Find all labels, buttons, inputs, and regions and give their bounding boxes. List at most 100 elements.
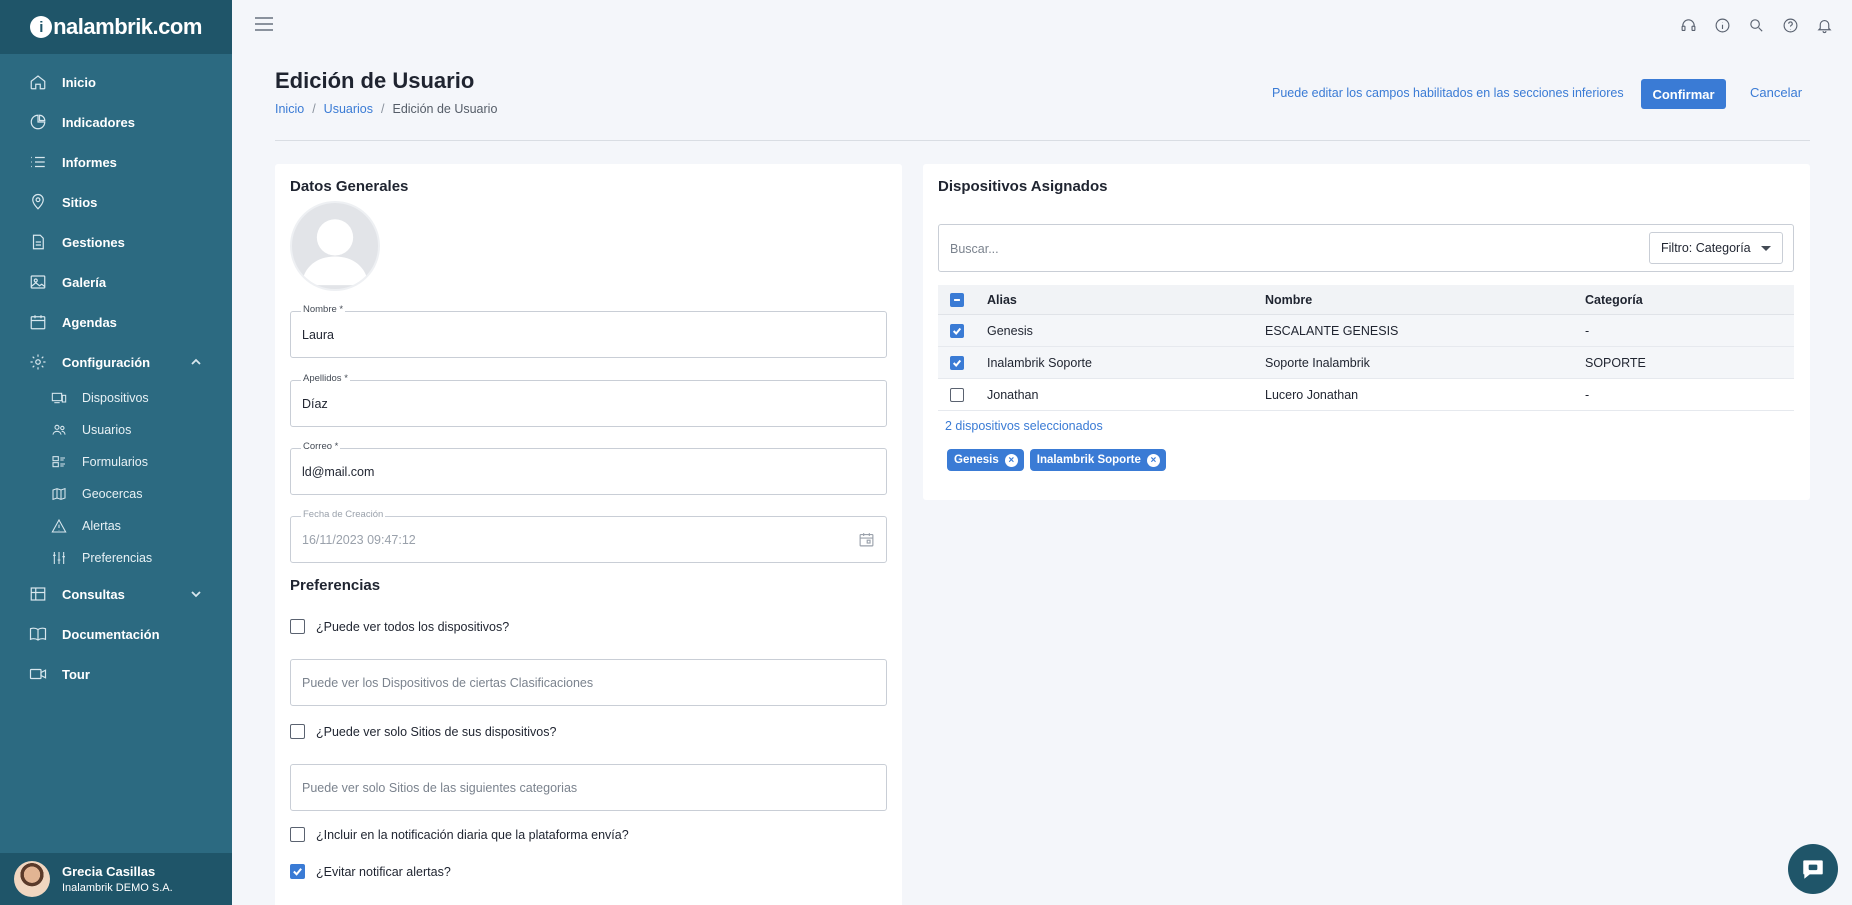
remove-chip-icon[interactable]: × (1146, 453, 1160, 467)
evitar-alertas-row[interactable]: ¿Evitar notificar alertas? (290, 864, 451, 879)
page-title: Edición de Usuario (275, 68, 475, 93)
clasificaciones-field[interactable] (290, 659, 887, 706)
caret-down-icon (1761, 246, 1771, 251)
row-checkbox[interactable] (950, 323, 964, 338)
evitar-alertas-label: ¿Evitar notificar alertas? (316, 864, 451, 879)
document-icon (28, 232, 48, 252)
map-pin-icon (28, 192, 48, 212)
warning-icon (50, 517, 68, 535)
sidebar-item-usuarios[interactable]: Usuarios (50, 414, 232, 446)
apellidos-field[interactable]: Apellidos * (290, 373, 887, 427)
info-icon[interactable] (1712, 15, 1732, 35)
sidebar-item-indicadores[interactable]: Indicadores (0, 102, 232, 142)
sidebar-item-label: Tour (62, 666, 90, 682)
menu-icon[interactable] (255, 17, 273, 31)
devices-search-input[interactable] (950, 238, 1630, 260)
chevron-up-icon[interactable] (190, 356, 202, 368)
sidebar-item-configuracion[interactable]: Configuración (0, 342, 232, 382)
edit-hint: Puede editar los campos habilitados en l… (1272, 86, 1624, 100)
correo-label: Correo * (301, 441, 341, 452)
categorias-sitios-input[interactable] (302, 777, 872, 799)
sidebar-item-label: Preferencias (82, 551, 153, 565)
sidebar-item-agendas[interactable]: Agendas (0, 302, 232, 342)
categorias-sitios-field[interactable] (290, 764, 887, 811)
sidebar-item-documentacion[interactable]: Documentación (0, 614, 232, 654)
correo-input[interactable] (302, 461, 852, 483)
breadcrumb-usuarios[interactable]: Usuarios (324, 102, 373, 116)
gear-icon (28, 352, 48, 372)
nombre-label: Nombre * (301, 304, 346, 315)
sidebar-item-consultas[interactable]: Consultas (0, 574, 232, 614)
column-alias[interactable]: Alias (987, 293, 1265, 307)
table-icon (28, 584, 48, 604)
nombre-field[interactable]: Nombre * (290, 304, 887, 358)
cell-nombre: Soporte Inalambrik (1265, 355, 1370, 370)
calendar-icon (858, 531, 876, 549)
list-icon (28, 152, 48, 172)
chip: Genesis × (947, 449, 1024, 471)
sidebar-item-gestiones[interactable]: Gestiones (0, 222, 232, 262)
confirm-button[interactable]: Confirmar (1641, 79, 1726, 109)
search-icon[interactable] (1746, 15, 1766, 35)
sidebar-item-preferencias[interactable]: Preferencias (50, 542, 232, 574)
row-checkbox[interactable] (950, 355, 964, 370)
nombre-input[interactable] (302, 324, 852, 346)
remove-chip-icon[interactable]: × (1004, 453, 1018, 467)
apellidos-input[interactable] (302, 393, 852, 415)
ver-sitios-checkbox[interactable] (290, 724, 305, 739)
ver-todos-row[interactable]: ¿Puede ver todos los dispositivos? (290, 619, 509, 634)
topbar-actions (1678, 15, 1834, 35)
ver-sitios-row[interactable]: ¿Puede ver solo Sitios de sus dispositiv… (290, 724, 556, 739)
sidebar-item-formularios[interactable]: Formularios (50, 446, 232, 478)
cell-categoria: - (1585, 387, 1590, 402)
category-filter-select[interactable]: Filtro: Categoría (1649, 232, 1783, 264)
clasificaciones-input[interactable] (302, 672, 872, 694)
bell-icon[interactable] (1814, 15, 1834, 35)
sidebar-item-label: Indicadores (62, 114, 135, 130)
sidebar-user[interactable]: Grecia Casillas Inalambrik DEMO S.A. (0, 853, 232, 905)
sidebar-item-label: Geocercas (82, 487, 143, 501)
sidebar-item-galeria[interactable]: Galería (0, 262, 232, 302)
breadcrumb-current: Edición de Usuario (392, 102, 498, 116)
breadcrumb-inicio[interactable]: Inicio (275, 102, 304, 116)
table-row[interactable]: Inalambrik Soporte Soporte Inalambrik SO… (938, 347, 1794, 379)
sidebar-item-dispositivos[interactable]: Dispositivos (50, 382, 232, 414)
cell-categoria: SOPORTE (1585, 355, 1646, 370)
sidebar-item-label: Agendas (62, 314, 117, 330)
sidebar-item-sitios[interactable]: Sitios (0, 182, 232, 222)
headset-icon[interactable] (1678, 15, 1698, 35)
cell-nombre: Lucero Jonathan (1265, 387, 1359, 402)
sidebar-item-tour[interactable]: Tour (0, 654, 232, 694)
sidebar-item-label: Documentación (62, 626, 160, 642)
correo-field[interactable]: Correo * (290, 441, 887, 495)
notif-diaria-checkbox[interactable] (290, 827, 305, 842)
chevron-down-icon[interactable] (190, 588, 202, 600)
help-icon[interactable] (1780, 15, 1800, 35)
column-nombre[interactable]: Nombre (1265, 293, 1585, 307)
header-divider (275, 140, 1810, 141)
notif-diaria-row[interactable]: ¿Incluir en la notificación diaria que l… (290, 827, 629, 842)
brand-logo[interactable]: i nalambrik.com (0, 0, 232, 54)
user-avatar-placeholder[interactable] (290, 201, 380, 291)
evitar-alertas-checkbox[interactable] (290, 864, 305, 879)
sidebar-item-label: Dispositivos (82, 391, 149, 405)
selected-count[interactable]: 2 dispositivos seleccionados (945, 419, 1103, 433)
brand-name: nalambrik.com (53, 14, 202, 39)
ver-todos-checkbox[interactable] (290, 619, 305, 634)
table-row[interactable]: Genesis ESCALANTE GENESIS - (938, 315, 1794, 347)
sidebar-item-label: Galería (62, 274, 107, 290)
select-all-checkbox[interactable] (950, 292, 964, 307)
sidebar-item-inicio[interactable]: Inicio (0, 62, 232, 102)
sidebar-item-alertas[interactable]: Alertas (50, 510, 232, 542)
chat-button[interactable] (1788, 844, 1838, 894)
sidebar-item-informes[interactable]: Informes (0, 142, 232, 182)
cell-alias: Inalambrik Soporte (987, 355, 1092, 370)
preferences-title: Preferencias (290, 577, 381, 594)
table-row[interactable]: Jonathan Lucero Jonathan - (938, 379, 1794, 411)
cancel-button[interactable]: Cancelar (1750, 85, 1802, 100)
fecha-creacion-field: Fecha de Creación (290, 509, 887, 563)
column-categoria[interactable]: Categoría (1585, 293, 1794, 307)
row-checkbox[interactable] (950, 387, 964, 402)
sidebar-item-geocercas[interactable]: Geocercas (50, 478, 232, 510)
category-filter-label: Filtro: Categoría (1661, 241, 1751, 255)
